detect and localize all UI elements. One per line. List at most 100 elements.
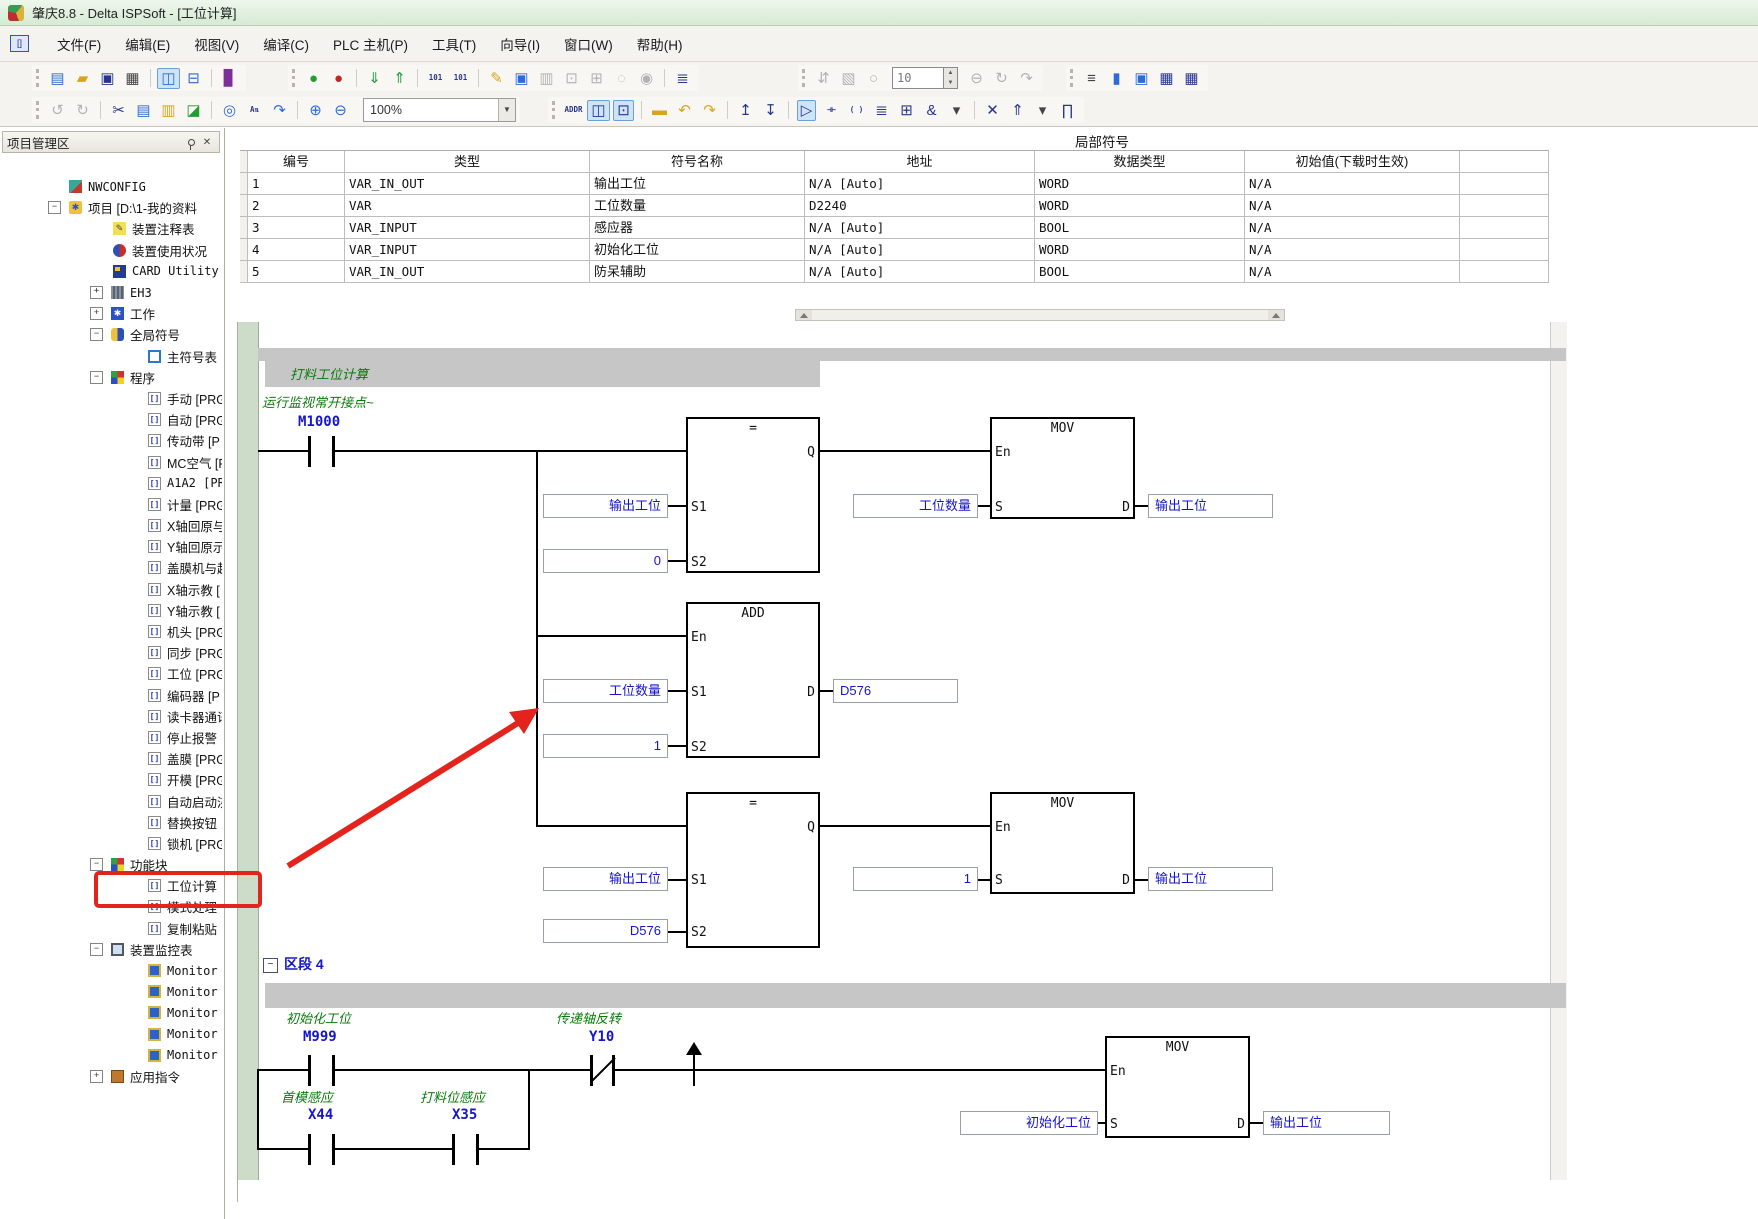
document-window-icon[interactable]: [] — [10, 35, 29, 52]
col-header[interactable]: 数据类型 — [1035, 151, 1245, 173]
screen-icon[interactable]: ▣ — [1130, 66, 1153, 90]
tree-expander-icon[interactable]: − — [90, 943, 103, 956]
tree-item[interactable]: 读卡器通讯 — [2, 706, 222, 727]
cell-name[interactable]: 输出工位 — [590, 173, 805, 195]
operand-box[interactable]: D576 — [833, 679, 958, 703]
tree-item[interactable]: 传动带 [P — [2, 430, 222, 451]
operand-box[interactable]: 输出工位 — [1148, 494, 1273, 518]
cell-datatype[interactable]: BOOL — [1035, 217, 1245, 239]
cell-datatype[interactable]: BOOL — [1035, 261, 1245, 283]
network-tool-icon[interactable]: ∏ — [1056, 98, 1079, 122]
cell-initvalue[interactable]: N/A — [1245, 217, 1460, 239]
col-header[interactable]: 编号 — [248, 151, 345, 173]
operand-box[interactable]: D576 — [543, 919, 668, 943]
cell-address[interactable]: N/A [Auto] — [805, 261, 1035, 283]
online-globe-icon[interactable]: ◉ — [635, 66, 658, 90]
section-label[interactable]: 区段 4 — [284, 954, 324, 974]
cell-name[interactable]: 感应器 — [590, 217, 805, 239]
refresh-icon[interactable]: ↻ — [990, 66, 1013, 90]
print-icon[interactable]: ▦ — [121, 66, 144, 90]
tree-expander-icon[interactable]: + — [90, 286, 103, 299]
collapse-up-icon[interactable] — [796, 310, 812, 320]
tree-item[interactable]: A1A2 [PRG — [2, 473, 222, 494]
tree-item[interactable]: X轴示教 [ — [2, 579, 222, 600]
layers-icon[interactable]: ≡ — [1080, 66, 1103, 90]
function-block-tool-icon[interactable]: ⊞ — [895, 98, 918, 122]
download-icon[interactable]: ⇓ — [363, 66, 386, 90]
zoom-dropdown-icon[interactable]: ▼ — [498, 99, 515, 121]
cell-name[interactable]: 工位数量 — [590, 195, 805, 217]
tree-item[interactable]: 盖膜机与起 — [2, 557, 222, 578]
undo-icon[interactable]: ↺ — [46, 98, 69, 122]
output-window-icon[interactable]: ⊟ — [182, 66, 205, 90]
paste-icon[interactable]: ▥ — [157, 98, 180, 122]
tree-item[interactable]: Y轴示教 [ — [2, 600, 222, 621]
tree-item[interactable]: − 项目 [D:\1-我的资料 — [2, 197, 222, 218]
operand-box[interactable]: 输出工位 — [1148, 867, 1273, 891]
tree-expander-icon[interactable]: − — [90, 858, 103, 871]
thermometer-icon[interactable]: ▮ — [1105, 66, 1128, 90]
cell-address[interactable]: D2240 — [805, 195, 1035, 217]
contact-x44[interactable] — [308, 1134, 335, 1165]
section-collapse-icon[interactable]: − — [263, 958, 278, 973]
and-tool-icon[interactable]: & — [920, 98, 943, 122]
symbol-row[interactable]: 2 VAR 工位数量 D2240 WORD N/A — [240, 195, 1549, 217]
cell-type[interactable]: VAR_IN_OUT — [345, 173, 590, 195]
tree-item[interactable]: 装置注释表 — [2, 218, 222, 239]
tree-item[interactable]: 工位 [PRG — [2, 663, 222, 684]
help-book-icon[interactable]: ▊ — [218, 66, 241, 90]
tree-item[interactable]: Monitor T — [2, 1002, 222, 1023]
tree-item[interactable]: + 工作 — [2, 303, 222, 324]
tree-item[interactable]: − 装置监控表 — [2, 939, 222, 960]
tree-item[interactable]: MC空气 [P — [2, 451, 222, 472]
delete-line-icon[interactable]: ✕ — [981, 98, 1004, 122]
operand-box[interactable]: 初始化工位 — [960, 1111, 1098, 1135]
cell-datatype[interactable]: WORD — [1035, 239, 1245, 261]
monitor-data-icon[interactable]: 101 — [424, 66, 447, 90]
symbol-row[interactable]: 4 VAR_INPUT 初始化工位 N/A [Auto] WORD N/A — [240, 239, 1549, 261]
tree-item[interactable]: 机头 [PRG — [2, 621, 222, 642]
tree-item[interactable]: Monitor T — [2, 960, 222, 981]
tree-item[interactable]: Y轴回原示 — [2, 536, 222, 557]
tree-item[interactable]: 替换按钮 — [2, 812, 222, 833]
step-count-value[interactable]: 10 — [892, 67, 944, 89]
tree-item[interactable]: 自动 [PRG — [2, 409, 222, 430]
cell-no[interactable]: 5 — [248, 261, 345, 283]
tree-item[interactable]: NWCONFIG — [2, 176, 222, 197]
tree-item[interactable]: 自动启动浇 — [2, 790, 222, 811]
save-icon[interactable]: ▣ — [96, 66, 119, 90]
cell-type[interactable]: VAR_INPUT — [345, 239, 590, 261]
tree-expander-icon[interactable]: + — [90, 307, 103, 320]
operand-box[interactable]: 输出工位 — [543, 494, 668, 518]
cell-datatype[interactable]: WORD — [1035, 173, 1245, 195]
compare-eq-block-1[interactable]: = Q S1 S2 — [686, 417, 820, 573]
contact-y10-nc[interactable] — [590, 1055, 615, 1086]
chart-icon[interactable]: ▦ — [1155, 66, 1178, 90]
tree-item[interactable]: − 程序 — [2, 367, 222, 388]
cell-address[interactable]: N/A [Auto] — [805, 173, 1035, 195]
cell-datatype[interactable]: WORD — [1035, 195, 1245, 217]
copy-icon[interactable]: ▤ — [132, 98, 155, 122]
tree-item[interactable]: Monitor T — [2, 1045, 222, 1066]
edit-pen-icon[interactable]: ✎ — [485, 66, 508, 90]
menu-item[interactable]: 文件(F) — [45, 30, 113, 58]
timer-icon[interactable]: ○ — [862, 66, 885, 90]
upload-icon[interactable]: ⇑ — [388, 66, 411, 90]
insert-row-below-icon[interactable]: ↧ — [759, 98, 782, 122]
cell-address[interactable]: N/A [Auto] — [805, 239, 1035, 261]
cell-address[interactable]: N/A [Auto] — [805, 217, 1035, 239]
transfer-icon[interactable]: ⇵ — [812, 66, 835, 90]
cell-no[interactable]: 4 — [248, 239, 345, 261]
tree-item[interactable]: 锁机 [PRG — [2, 833, 222, 854]
contact-tool-icon[interactable]: ⊣⊢ — [820, 98, 843, 122]
compare-eq-block-2[interactable]: = Q S1 S2 — [686, 792, 820, 948]
bookmark-prev-icon[interactable]: ↶ — [673, 98, 696, 122]
retry-icon[interactable]: ↷ — [1015, 66, 1038, 90]
tree-expander-icon[interactable]: − — [48, 201, 61, 214]
cell-initvalue[interactable]: N/A — [1245, 239, 1460, 261]
tree-item[interactable]: − 全局符号 — [2, 324, 222, 345]
symbol-row[interactable]: 3 VAR_INPUT 感应器 N/A [Auto] BOOL N/A — [240, 217, 1549, 239]
simulator-icon[interactable]: ● — [302, 66, 325, 90]
pin-icon[interactable] — [183, 135, 199, 150]
cell-type[interactable]: VAR_INPUT — [345, 217, 590, 239]
